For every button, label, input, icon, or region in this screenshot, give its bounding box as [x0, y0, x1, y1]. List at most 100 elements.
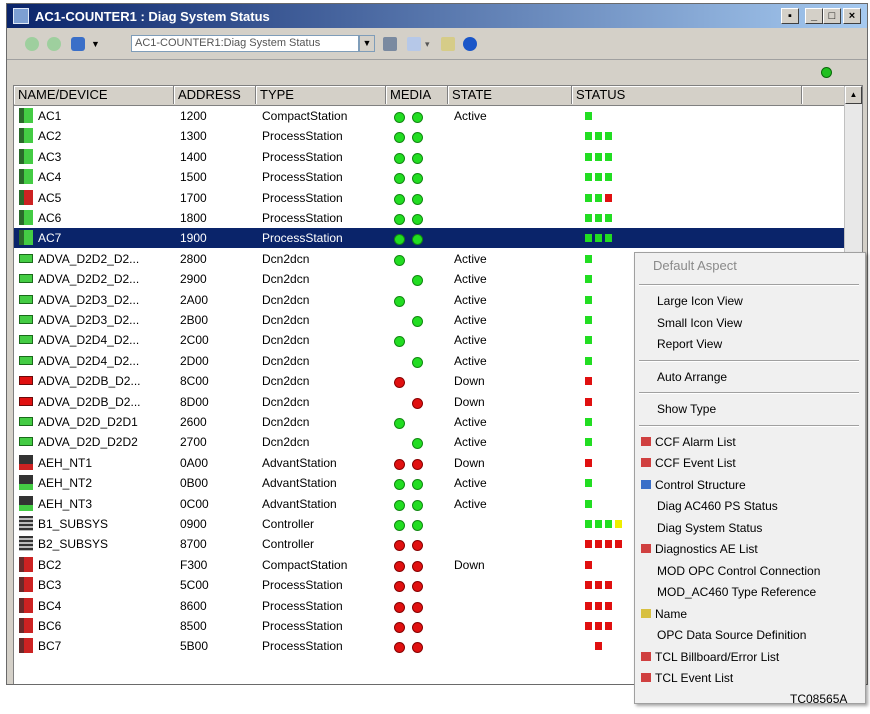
view-icon[interactable]	[407, 37, 421, 51]
column-header-status[interactable]: STATUS	[572, 86, 802, 104]
station-icon	[19, 230, 33, 246]
column-header-address[interactable]: ADDRESS	[174, 86, 256, 104]
device-type: CompactStation	[262, 109, 348, 123]
status-square	[595, 642, 602, 651]
menu-separator	[639, 392, 859, 394]
menu-item-label: MOD_AC460 Type Reference	[657, 585, 817, 599]
device-row-ac2-1300[interactable]: AC2 1300 ProcessStation	[14, 126, 846, 146]
status-square	[585, 316, 592, 324]
device-address: 2D00	[180, 353, 209, 368]
device-address: 2800	[180, 251, 207, 266]
device-type: Dcn2dcn	[262, 251, 310, 266]
alarm-list-icon	[641, 544, 651, 553]
device-address: 2B00	[180, 313, 209, 327]
dcn-down-icon	[19, 376, 33, 386]
menu-item-label: Report View	[657, 337, 723, 351]
device-type: Controller	[262, 517, 315, 531]
menu-item-mod-opc-control-connection[interactable]: MOD OPC Control Connection	[635, 561, 865, 581]
menu-item-diag-ac460-ps-status[interactable]: Diag AC460 PS Status	[635, 496, 865, 516]
menu-item-show-type[interactable]: Show Type	[635, 399, 865, 419]
column-header-state[interactable]: STATE	[448, 86, 572, 104]
device-row-ac3-1400[interactable]: AC3 1400 ProcessStation	[14, 147, 846, 167]
print-icon[interactable]	[383, 37, 397, 51]
device-address: 1400	[180, 149, 207, 164]
address-dropdown-button[interactable]: ▼	[359, 35, 375, 52]
device-address: F300	[180, 557, 208, 572]
device-state: Down	[454, 374, 485, 389]
column-header-type[interactable]: TYPE	[256, 86, 386, 104]
device-address: 0B00	[180, 476, 209, 491]
menu-item-large-icon-view[interactable]: Large Icon View	[635, 291, 865, 311]
menu-item-opc-data-source-definition[interactable]: OPC Data Source Definition	[635, 625, 865, 645]
menu-item-auto-arrange[interactable]: Auto Arrange	[635, 367, 865, 387]
maximize-button[interactable]: □	[823, 8, 841, 24]
media-1-indicator	[394, 520, 405, 531]
status-square	[615, 520, 622, 528]
close-button[interactable]: ×	[843, 8, 861, 24]
column-header: NAME/DEVICE ADDRESS TYPE MEDIA STATE STA…	[14, 86, 846, 106]
status-square	[585, 622, 592, 630]
device-state: Active	[454, 476, 487, 491]
menu-item-control-structure[interactable]: Control Structure	[635, 475, 865, 495]
view-dropdown-icon[interactable]: ▾	[425, 39, 430, 50]
menu-item-label: TCL Billboard/Error List	[655, 649, 780, 664]
menu-item-label: Diag System Status	[657, 520, 763, 535]
menu-item-diagnostics-ae-list[interactable]: Diagnostics AE List	[635, 539, 865, 559]
restore-button[interactable]: ▪	[781, 8, 799, 24]
device-row-ac6-1800[interactable]: AC6 1800 ProcessStation	[14, 208, 846, 228]
status-square	[595, 193, 602, 202]
device-address: 1300	[180, 129, 207, 144]
station-down-icon	[19, 638, 33, 654]
device-type: AdvantStation	[262, 476, 337, 491]
dropdown-arrow-icon[interactable]: ▼	[91, 39, 100, 49]
status-square	[585, 418, 592, 426]
status-square	[585, 336, 592, 345]
device-type: Dcn2dcn	[262, 272, 310, 287]
device-address: 2900	[180, 272, 207, 287]
back-arrow-icon[interactable]	[25, 37, 39, 51]
object-cube-icon[interactable]	[71, 37, 85, 51]
scroll-up-button[interactable]: ▲	[845, 86, 862, 104]
toolbar: ▼ AC1-COUNTER1:Diag System Status ▼ ▾	[7, 29, 867, 60]
column-header-extra[interactable]	[802, 86, 846, 104]
menu-item-diag-system-status[interactable]: Diag System Status	[635, 518, 865, 538]
status-square	[595, 601, 602, 610]
media-1-indicator	[394, 336, 405, 348]
status-square	[585, 275, 592, 284]
column-header-name[interactable]: NAME/DEVICE	[14, 86, 174, 104]
device-address: 8D00	[180, 394, 209, 409]
device-type: Controller	[262, 537, 315, 552]
minimize-button[interactable]: _	[805, 8, 823, 24]
forward-arrow-icon[interactable]	[47, 37, 61, 51]
media-1-indicator	[394, 581, 405, 593]
pin-icon[interactable]	[441, 37, 455, 51]
menu-item-ccf-alarm-list[interactable]: CCF Alarm List	[635, 432, 865, 452]
device-row-ac1-1200[interactable]: AC1 1200 CompactStation Active	[14, 106, 846, 126]
device-type: ProcessStation	[262, 211, 343, 225]
help-icon[interactable]	[463, 37, 477, 51]
menu-item-name[interactable]: Name	[635, 604, 865, 624]
device-row-ac5-1700[interactable]: AC5 1700 ProcessStation	[14, 188, 846, 208]
device-row-ac7-1900[interactable]: AC7 1900 ProcessStation	[14, 228, 846, 249]
status-square	[605, 173, 612, 182]
menu-item-small-icon-view[interactable]: Small Icon View	[635, 313, 865, 333]
device-type: ProcessStation	[262, 639, 343, 654]
pc-ok-icon	[19, 495, 33, 511]
media-2-indicator	[412, 479, 423, 491]
menu-item-tcl-event-list[interactable]: TCL Event List	[635, 668, 865, 688]
menu-item-mod-ac460-type-reference[interactable]: MOD_AC460 Type Reference	[635, 582, 865, 602]
menu-item-label: Auto Arrange	[657, 369, 728, 384]
device-row-ac4-1500[interactable]: AC4 1500 ProcessStation	[14, 167, 846, 187]
menu-item-ccf-event-list[interactable]: CCF Event List	[635, 453, 865, 473]
column-header-media[interactable]: MEDIA	[386, 86, 448, 104]
device-name: ADVA_D2D2_D2...	[38, 251, 140, 266]
menu-item-tcl-billboard-error-list[interactable]: TCL Billboard/Error List	[635, 647, 865, 667]
menu-item-label: CCF Event List	[655, 456, 736, 470]
device-address: 2C00	[180, 333, 209, 348]
status-square	[595, 581, 602, 590]
address-field[interactable]: AC1-COUNTER1:Diag System Status	[131, 35, 359, 52]
menu-item-report-view[interactable]: Report View	[635, 334, 865, 354]
media-1-indicator	[394, 193, 405, 205]
title-bar[interactable]: AC1-COUNTER1 : Diag System Status ▪ _ □ …	[7, 4, 867, 28]
event-list-icon	[641, 673, 651, 682]
